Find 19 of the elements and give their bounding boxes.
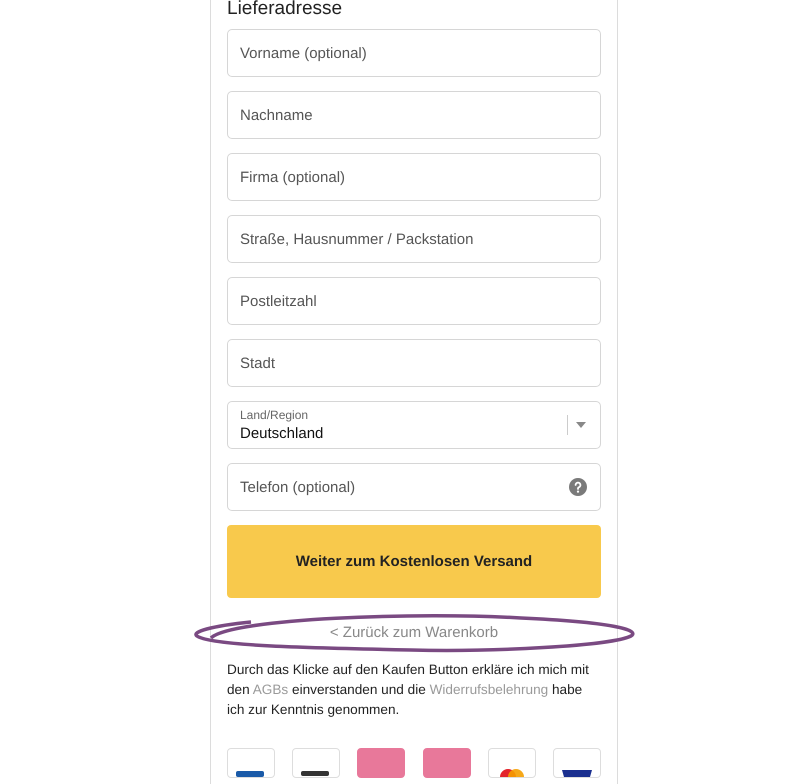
input-field[interactable]: Stadt: [227, 339, 601, 387]
input-field[interactable]: Vorname (optional): [227, 29, 601, 77]
legal-link[interactable]: AGBs: [252, 682, 288, 697]
back-to-cart-link[interactable]: < Zurück zum Warenkorb: [330, 624, 498, 640]
legal-link[interactable]: Widerrufsbelehrung: [430, 682, 548, 697]
legal-text: Durch das Klicke auf den Kaufen Button erkläre ich mich mit den AGBs einverstanden und die Widerrufsbelehrung habe ich zur Kenntnis genommen.: [227, 661, 590, 719]
input-field[interactable]: Nachname: [227, 91, 601, 139]
continue-button[interactable]: Weiter zum Kostenlosen Versand: [227, 525, 601, 598]
mastercard-icon: [488, 748, 536, 778]
input-field[interactable]: Firma (optional): [227, 153, 601, 201]
help-icon[interactable]: [569, 478, 587, 496]
section-title: Lieferadresse: [227, 0, 344, 21]
payment-logo-icon: [357, 748, 406, 778]
input-field[interactable]: Telefon (optional): [227, 463, 601, 511]
input-field[interactable]: Postleitzahl: [227, 277, 601, 325]
country-select[interactable]: Land/Region Deutschland: [227, 401, 601, 449]
caret-icon: [576, 422, 586, 428]
payment-logo-icon: [422, 748, 471, 778]
input-field[interactable]: Straße, Hausnummer / Packstation: [227, 215, 601, 263]
